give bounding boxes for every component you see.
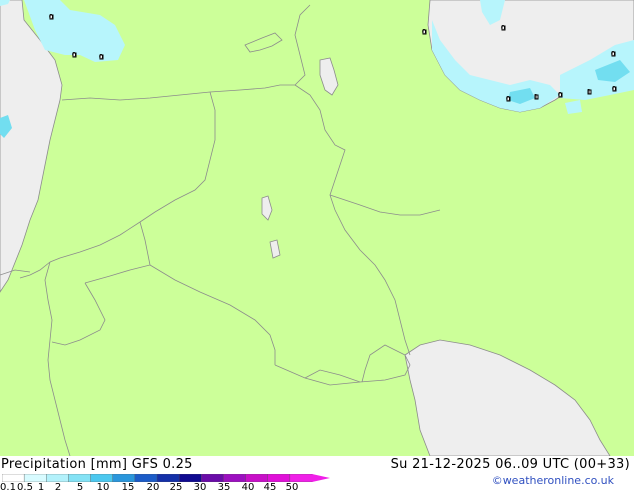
legend-swatch <box>178 474 202 482</box>
legend-swatch <box>46 474 70 482</box>
legend-swatch <box>134 474 158 482</box>
svg-text:0: 0 <box>612 85 616 93</box>
legend-swatch <box>156 474 180 482</box>
svg-text:0: 0 <box>99 53 103 61</box>
legend-tick-label: 0.5 <box>17 482 33 493</box>
credit-link[interactable]: ©weatheronline.co.uk <box>492 474 614 487</box>
precipitation-map: 0 0 0 0 0 0 1 0 1 0 0 <box>0 0 634 456</box>
legend-tick-label: 20 <box>146 482 160 493</box>
valid-time: Su 21-12-2025 06..09 UTC (00+33) <box>390 457 630 472</box>
legend-tick-label: 5 <box>76 482 84 493</box>
legend-tick-label: 15 <box>121 482 135 493</box>
legend-tick-label: 1 <box>37 482 45 493</box>
map-title: Precipitation [mm] GFS 0.25 <box>1 457 193 472</box>
svg-text:1: 1 <box>534 93 538 101</box>
svg-text:0: 0 <box>506 95 510 103</box>
legend-swatch <box>2 474 25 482</box>
svg-text:0: 0 <box>501 24 505 32</box>
legend-swatch <box>245 474 269 482</box>
svg-text:0: 0 <box>49 13 53 21</box>
svg-text:0: 0 <box>422 28 426 36</box>
legend-color-bar <box>2 474 330 482</box>
legend-swatch <box>201 474 225 482</box>
product-title: Precipitation [mm] <box>1 457 128 472</box>
map-footer: Precipitation [mm] GFS 0.25 Su 21-12-202… <box>0 456 634 493</box>
legend-tick-label: 10 <box>96 482 110 493</box>
svg-text:0: 0 <box>72 51 76 59</box>
legend-swatch <box>90 474 114 482</box>
legend-swatch <box>23 474 47 482</box>
legend-tick-label: 25 <box>169 482 183 493</box>
svg-text:0: 0 <box>558 91 562 99</box>
svg-text:0: 0 <box>611 50 615 58</box>
legend-tick-label: 50 <box>285 482 299 493</box>
legend-tick-label: 2 <box>54 482 62 493</box>
legend-swatch <box>223 474 247 482</box>
model-name: GFS 0.25 <box>131 457 193 472</box>
legend-overflow-arrow <box>312 474 330 482</box>
legend-swatch <box>289 474 313 482</box>
legend-swatch <box>112 474 136 482</box>
legend-tick-label: 35 <box>217 482 231 493</box>
legend-tick-label: 45 <box>263 482 277 493</box>
legend-swatch <box>68 474 92 482</box>
legend-tick-label: 0.1 <box>0 482 16 493</box>
legend-tick-label: 30 <box>193 482 207 493</box>
legend-tick-label: 40 <box>241 482 255 493</box>
legend-swatch <box>267 474 291 482</box>
svg-text:1: 1 <box>587 88 591 96</box>
